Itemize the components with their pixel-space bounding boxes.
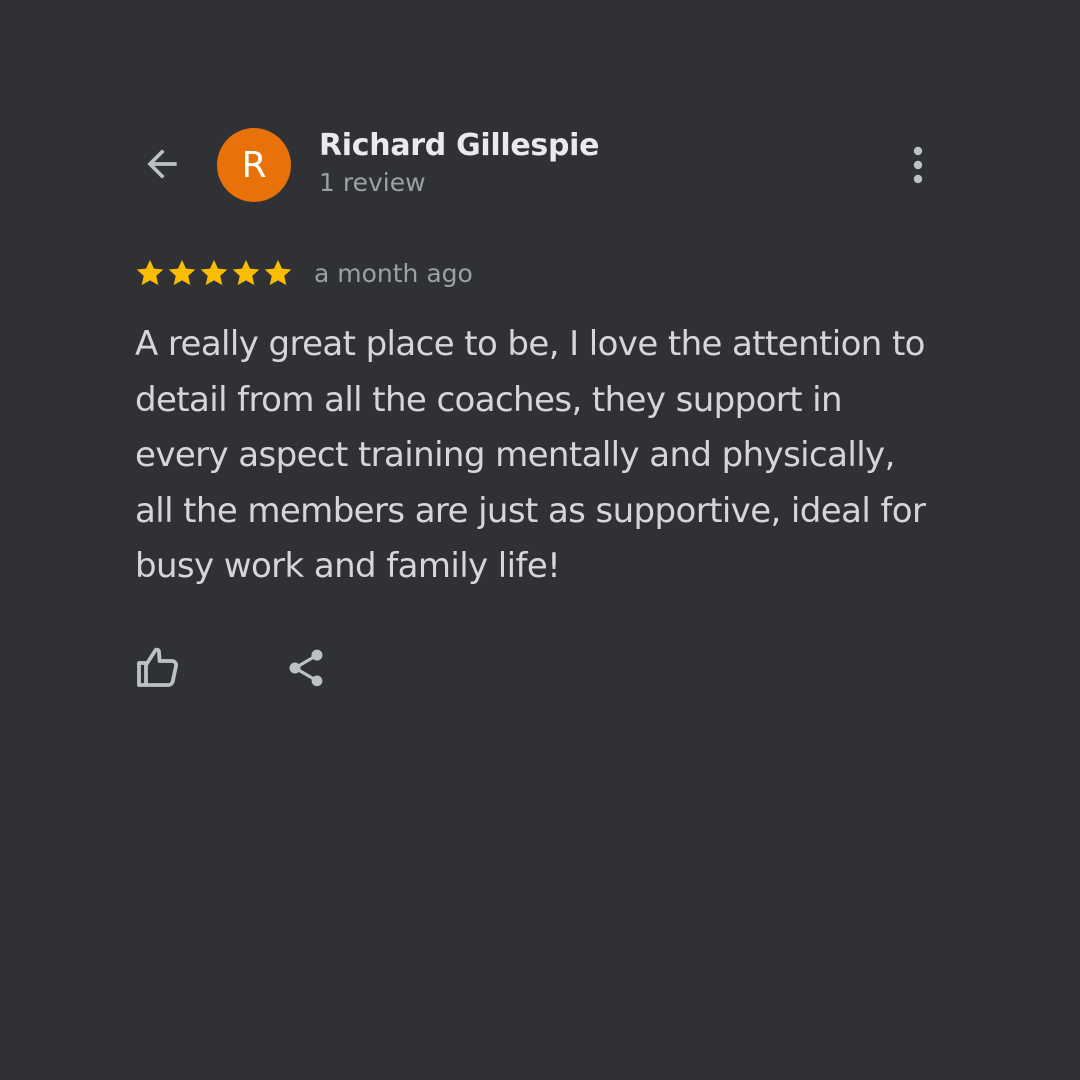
back-button[interactable] <box>138 140 186 188</box>
like-button[interactable] <box>130 640 186 696</box>
review-text: A really great place to be, I love the a… <box>135 324 926 586</box>
star-icon <box>232 259 260 286</box>
rating-row: a month ago <box>134 256 473 290</box>
avatar[interactable]: R <box>217 128 291 202</box>
share-icon <box>289 649 323 687</box>
review-time: a month ago <box>314 258 473 288</box>
more-vert-icon <box>913 146 923 184</box>
share-button[interactable] <box>278 640 334 696</box>
avatar-initial: R <box>241 144 267 186</box>
star-icon <box>168 259 196 286</box>
thumb-up-icon <box>137 647 178 687</box>
arrow-back-icon <box>147 149 177 179</box>
reviewer-name[interactable]: Richard Gillespie <box>319 128 599 163</box>
star-icon <box>136 259 164 286</box>
star-icon <box>200 259 228 286</box>
star-icon <box>264 259 292 286</box>
star-rating <box>134 257 294 289</box>
review-count[interactable]: 1 review <box>319 168 426 197</box>
more-options-button[interactable] <box>894 140 942 190</box>
